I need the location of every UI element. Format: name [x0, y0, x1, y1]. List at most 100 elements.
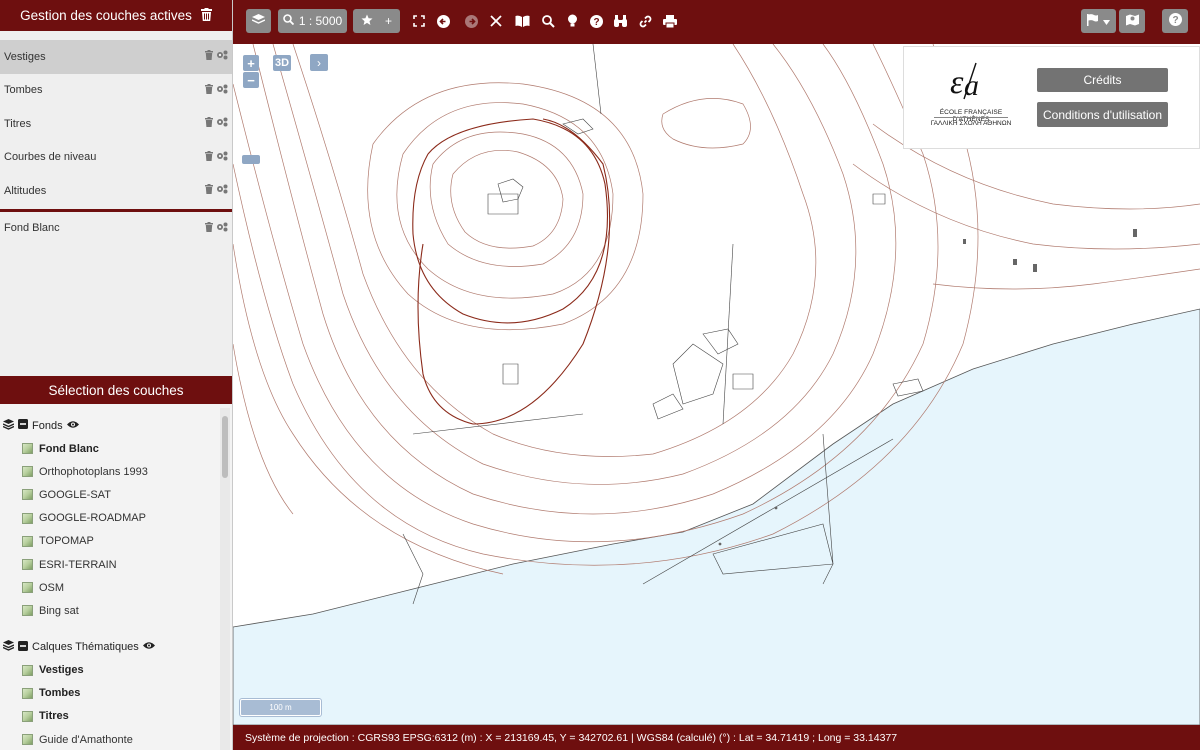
layer-tree-item[interactable]: GOOGLE-ROADMAP — [0, 507, 232, 530]
collapse-icon[interactable] — [18, 419, 28, 432]
svg-text:ε: ε — [950, 64, 964, 101]
help-circle-icon[interactable]: ? — [588, 13, 604, 29]
map-user-button[interactable] — [1119, 9, 1145, 33]
layer-tree-item[interactable]: Bing sat — [0, 599, 232, 622]
active-layers-title: Gestion des couches actives — [20, 8, 192, 23]
layer-label: ESRI-TERRAIN — [39, 558, 117, 571]
settings-icon[interactable] — [216, 151, 228, 164]
measure-tools-icon[interactable] — [488, 13, 504, 29]
expand-panel-button[interactable]: › — [310, 54, 328, 71]
layer-label: Guide d'Amathonte — [39, 733, 133, 746]
trash-icon[interactable] — [205, 184, 213, 197]
active-layer-label: Vestiges — [4, 50, 46, 63]
settings-icon[interactable] — [216, 50, 228, 63]
active-layers-header: Gestion des couches actives — [0, 0, 232, 31]
eye-icon[interactable] — [142, 641, 155, 653]
toolbar: 1 : 5000 + ? ? — [233, 0, 1200, 44]
layer-tree-item[interactable]: GOOGLE-SAT — [0, 483, 232, 506]
active-layer-base[interactable]: Fond Blanc — [0, 212, 232, 246]
favorites-button[interactable]: + — [353, 9, 400, 33]
svg-text:a: a — [964, 69, 979, 101]
map-canvas[interactable]: + − 3D › ε a ÉCOLE FRANÇAISE D'ATHÈNES Γ… — [233, 44, 1200, 725]
scale-label: 1 : 5000 — [298, 14, 343, 28]
logo-panel: ε a ÉCOLE FRANÇAISE D'ATHÈNES ΓΑΛΛΙΚΗ ΣΧ… — [903, 46, 1200, 149]
conditions-button[interactable]: Conditions d'utilisation — [1037, 102, 1168, 127]
layer-thumbnail-icon — [22, 443, 33, 455]
layer-thumbnail-icon — [22, 734, 33, 746]
layer-selection-title: Sélection des couches — [48, 382, 184, 398]
settings-icon[interactable] — [216, 184, 228, 197]
trash-icon[interactable] — [205, 50, 213, 63]
collapse-icon[interactable] — [18, 640, 28, 654]
credits-button[interactable]: Crédits — [1037, 68, 1168, 92]
scrollbar-thumb[interactable] — [222, 416, 228, 478]
active-layer-item[interactable]: Courbes de niveau — [0, 141, 232, 175]
layer-label: Orthophotoplans 1993 — [39, 465, 148, 478]
help-button[interactable]: ? — [1162, 9, 1188, 33]
layer-tree-item[interactable]: Titres — [0, 705, 232, 728]
trash-icon[interactable] — [205, 83, 213, 97]
layer-thumbnail-icon — [22, 559, 33, 571]
search-map-icon[interactable] — [540, 13, 556, 29]
layer-label: OSM — [39, 581, 65, 594]
layer-label: Fond Blanc — [39, 442, 99, 455]
trash-icon[interactable] — [205, 150, 213, 164]
layer-tree-item[interactable]: ESRI-TERRAIN — [0, 553, 232, 576]
layer-tree-item[interactable]: OSM — [0, 576, 232, 599]
layer-thumbnail-icon — [22, 489, 33, 501]
fullscreen-icon[interactable] — [411, 13, 427, 29]
layer-group-header[interactable]: Calques Thématiques — [0, 636, 232, 659]
layer-stack-icon — [2, 640, 15, 654]
flag-icon — [1087, 13, 1098, 29]
svg-text:?: ? — [1172, 15, 1178, 26]
status-bar: Système de projection : CGRS93 EPSG:6312… — [233, 725, 1200, 750]
layer-thumbnail-icon — [22, 582, 33, 594]
layer-group-header[interactable]: Fonds — [0, 414, 232, 437]
link-icon[interactable] — [637, 13, 653, 29]
active-layer-item[interactable]: Tombes — [0, 74, 232, 108]
back-arrow-icon[interactable] — [435, 13, 451, 29]
layer-tree-item[interactable]: Orthophotoplans 1993 — [0, 460, 232, 483]
layer-label: Bing sat — [39, 604, 79, 617]
trash-icon[interactable] — [205, 221, 213, 235]
trash-icon[interactable] — [205, 117, 213, 130]
print-icon[interactable] — [662, 13, 678, 29]
layer-tree-item[interactable]: Tombes — [0, 682, 232, 705]
group-title: Calques Thématiques — [32, 641, 139, 653]
language-dropdown[interactable] — [1081, 9, 1116, 33]
zoom-slider-handle[interactable] — [242, 155, 260, 164]
active-layer-label: Fond Blanc — [4, 222, 60, 235]
scale-bar: 100 m — [240, 699, 321, 716]
layer-tree-item[interactable]: Vestiges — [0, 659, 232, 682]
active-layer-label: Titres — [4, 117, 32, 130]
zoom-in-button[interactable]: + — [243, 55, 259, 71]
settings-icon[interactable] — [216, 222, 228, 235]
layer-thumbnail-icon — [22, 710, 33, 722]
book-icon[interactable] — [514, 13, 530, 29]
layer-thumbnail-icon — [22, 535, 33, 547]
layer-label: Titres — [39, 710, 69, 723]
layer-tree-item[interactable]: TOPOMAP — [0, 530, 232, 553]
active-layer-label: Courbes de niveau — [4, 151, 97, 164]
layer-tree-item[interactable]: Fond Blanc — [0, 437, 232, 460]
zoom-out-button[interactable]: − — [243, 72, 259, 88]
scale-button[interactable]: 1 : 5000 — [278, 9, 347, 33]
trash-all-icon[interactable] — [200, 7, 212, 24]
settings-icon[interactable] — [216, 117, 228, 130]
active-layer-item[interactable]: Altitudes — [0, 174, 232, 208]
layer-tree-item[interactable]: Guide d'Amathonte — [0, 728, 232, 750]
forward-arrow-icon[interactable] — [463, 13, 479, 29]
active-layer-item[interactable]: Vestiges — [0, 40, 232, 74]
lightbulb-icon[interactable] — [564, 13, 580, 29]
layers-button[interactable] — [246, 9, 271, 33]
settings-icon[interactable] — [216, 84, 228, 97]
binoculars-icon[interactable] — [612, 13, 628, 29]
star-icon — [361, 14, 373, 29]
eye-icon[interactable] — [66, 420, 79, 432]
help-icon: ? — [1168, 13, 1182, 29]
3d-toggle-button[interactable]: 3D — [273, 55, 291, 71]
layer-thumbnail-icon — [22, 605, 33, 617]
logo-divider — [934, 117, 1008, 118]
active-layer-item[interactable]: Titres — [0, 107, 232, 141]
